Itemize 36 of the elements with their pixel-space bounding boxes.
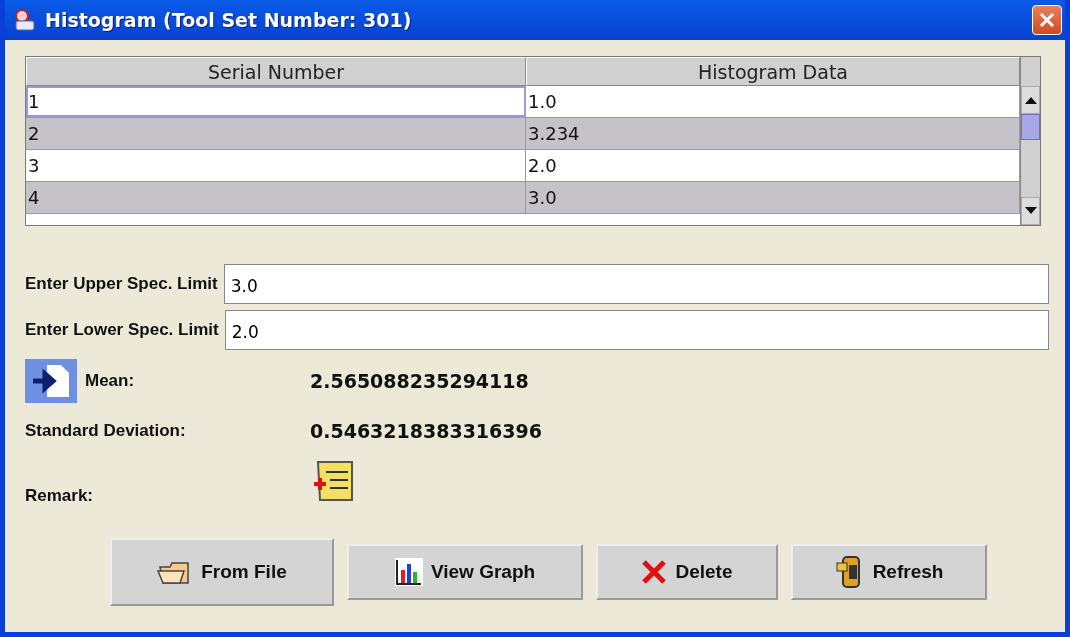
close-icon [1038, 11, 1056, 29]
app-icon [13, 8, 37, 32]
column-header[interactable]: Histogram Data [526, 57, 1020, 86]
caret-up-icon [1024, 96, 1037, 104]
table-cell: 3 [26, 150, 526, 181]
scroll-up-button[interactable] [1021, 86, 1040, 114]
action-button[interactable]: From File [110, 538, 334, 606]
action-button[interactable]: Delete [596, 544, 778, 600]
x-icon [641, 560, 668, 584]
stat-label: Standard Deviation: [25, 421, 186, 441]
stat-value: 0.5463218383316396 [310, 420, 543, 442]
field-label: Enter Upper Spec. Limit [25, 274, 218, 294]
stat-value: 2.565088235294118 [310, 370, 530, 392]
scroll-thumb[interactable] [1021, 114, 1040, 140]
action-button[interactable]: Refresh [791, 544, 987, 600]
remark-label: Remark: [25, 486, 95, 506]
action-button[interactable]: View Graph [347, 544, 583, 600]
column-header[interactable]: Serial Number [26, 57, 526, 86]
scroll-down-button[interactable] [1021, 197, 1040, 225]
table-row[interactable]: 2 3.234 [26, 118, 1020, 150]
table-row[interactable]: 4 3.0 [26, 182, 1020, 214]
close-button[interactable] [1032, 5, 1062, 35]
input-field[interactable]: 3.0 [223, 264, 1049, 304]
caret-down-icon [1024, 207, 1037, 215]
input-field[interactable]: 2.0 [224, 310, 1049, 350]
table-row[interactable]: 3 2.0 [26, 150, 1020, 182]
table-cell: 4 [26, 182, 526, 213]
stat-label: Mean: [85, 371, 135, 391]
window-title: Histogram (Tool Set Number: 301) [45, 9, 413, 31]
table-cell: 1 [26, 86, 526, 117]
scrollbar[interactable] [1020, 57, 1040, 225]
import-icon[interactable] [25, 359, 77, 403]
bar-chart-icon [394, 558, 423, 586]
table-row[interactable]: 1 1.0 [26, 86, 1020, 118]
field-label: Enter Lower Spec. Limit [25, 320, 219, 340]
table-cell: 2 [26, 118, 526, 149]
